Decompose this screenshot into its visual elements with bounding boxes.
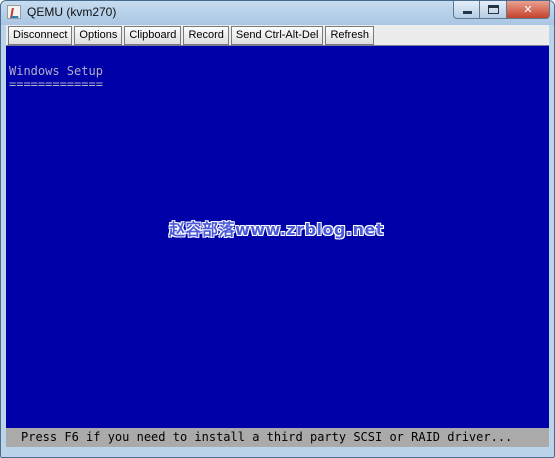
window-title: QEMU (kvm270) (27, 5, 117, 19)
java-app-icon[interactable] (7, 5, 21, 19)
options-button[interactable]: Options (74, 26, 123, 45)
close-icon: ✕ (523, 3, 533, 16)
setup-title: Windows Setup (9, 64, 103, 78)
close-button[interactable]: ✕ (507, 1, 550, 19)
clipboard-button[interactable]: Clipboard (124, 26, 182, 45)
window-controls: ✕ (453, 1, 550, 20)
minimize-icon (463, 11, 472, 14)
send-ctrl-alt-del-button[interactable]: Send Ctrl-Alt-Del (230, 26, 324, 45)
watermark-text: 赵容部落www.zrblog.net (169, 220, 384, 239)
qemu-window: QEMU (kvm270) ✕ Disconnect Options Clipb… (0, 0, 555, 458)
minimize-button[interactable] (453, 1, 480, 19)
setup-status-bar: Press F6 if you need to install a third … (6, 428, 549, 447)
toolbar-area: Disconnect Options Clipboard Record Send… (6, 25, 549, 45)
window-bottom-frame (1, 447, 554, 457)
remote-screen[interactable]: Windows Setup ============= 赵容部落www.zrbl… (6, 45, 549, 428)
record-button[interactable]: Record (183, 26, 229, 45)
disconnect-button[interactable]: Disconnect (8, 26, 73, 45)
maximize-button[interactable] (480, 1, 507, 19)
refresh-button[interactable]: Refresh (325, 26, 374, 45)
title-bar[interactable]: QEMU (kvm270) ✕ (1, 1, 554, 25)
toolbar: Disconnect Options Clipboard Record Send… (8, 26, 376, 45)
setup-title-underline: ============= (9, 77, 103, 91)
maximize-icon (488, 5, 499, 14)
